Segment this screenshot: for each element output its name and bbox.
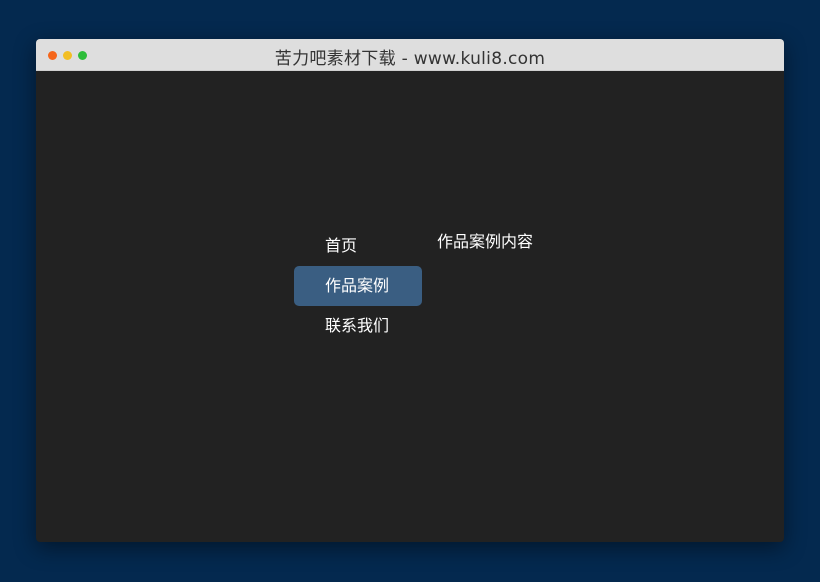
nav-item-contact[interactable]: 联系我们: [294, 306, 422, 346]
window-title: 苦力吧素材下载 - www.kuli8.com: [274, 49, 546, 69]
tab-panel-content: 作品案例内容: [437, 232, 534, 251]
window-titlebar: 苦力吧素材下载 - www.kuli8.com: [36, 39, 784, 71]
nav-item-home[interactable]: 首页: [294, 226, 422, 266]
browser-window: 苦力吧素材下载 - www.kuli8.com 首页 作品案例 联系我们 作品案…: [36, 39, 784, 542]
nav-item-works[interactable]: 作品案例: [294, 266, 422, 306]
page-content: 首页 作品案例 联系我们 作品案例内容: [36, 71, 784, 542]
tab-nav: 首页 作品案例 联系我们: [294, 226, 422, 346]
